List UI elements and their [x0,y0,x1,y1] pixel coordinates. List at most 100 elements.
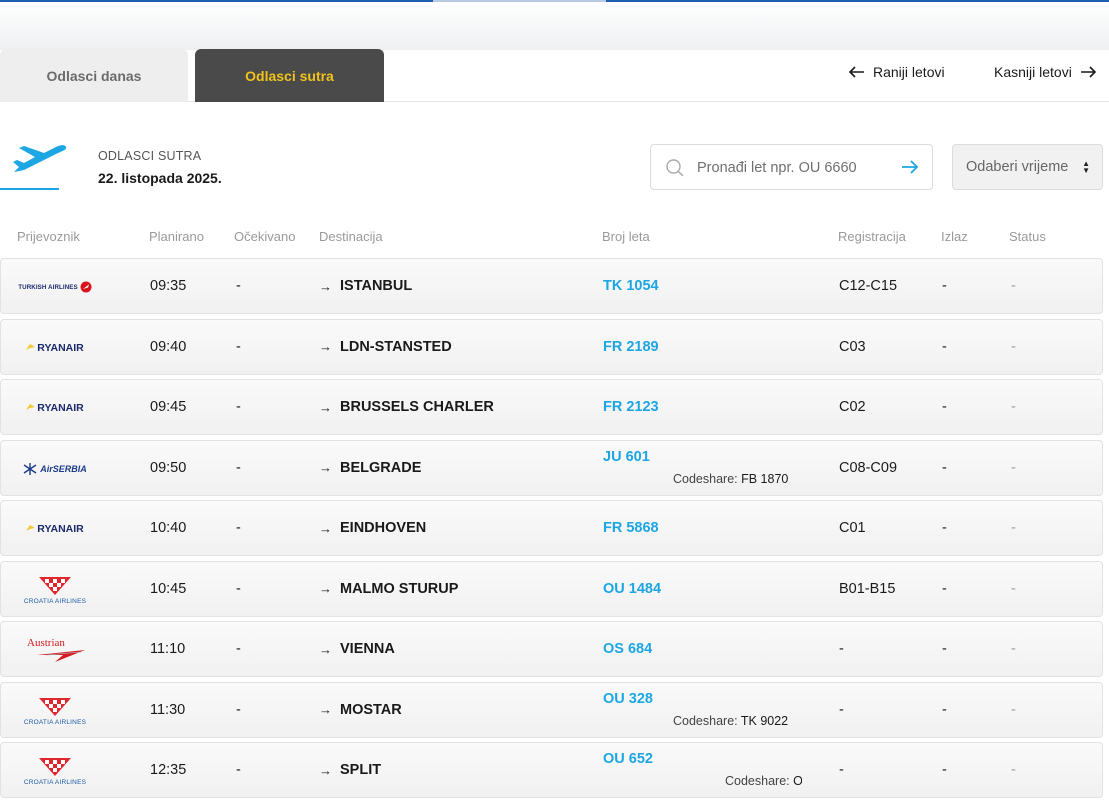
flight-row[interactable]: RYANAIR 09:40 - → LDN-STANSTED FR 2189 C03 - - [0,318,1103,375]
flight-number-link[interactable]: FR 5868 [603,520,659,536]
airline-logo: CROATIA AIRLINES [15,572,95,608]
airline-logo-text: RYANAIR [37,341,84,354]
airline-logo-text: RYANAIR [37,523,84,535]
airline-logo-text: Austrian [27,637,65,649]
codeshare-number: OS [793,774,802,788]
status: - [1011,520,1016,536]
destination-name: LDN-STANSTED [340,338,452,355]
tab-departures-today[interactable]: Odlasci danas [0,49,188,102]
gate: - [942,338,947,355]
gate: - [942,580,947,597]
registration: C01 [839,520,866,536]
col-header-carrier: Prijevoznik [17,229,80,244]
col-header-status: Status [1009,229,1046,244]
time-select[interactable]: Odaberi vrijeme ▲ ▼ [952,144,1103,190]
scheduled-time: 09:35 [150,278,187,294]
flight-row[interactable]: AirSERBIA 09:50 - → BELGRADE JU 601 Codeshare:… [0,439,1103,496]
destination-name: ISTANBUL [340,278,413,294]
destination-name: EINDHOVEN [340,520,427,536]
airline-logo-text: CROATIA AIRLINES [23,597,87,605]
flight-row[interactable]: RYANAIR 10:40 - → EINDHOVEN FR 5868 C01 - - [0,500,1103,556]
expected-time: - [236,520,241,536]
flight-row[interactable]: CROATIA AIRLINES 10:45 - → MALMO STURUP OU 14… [0,560,1103,617]
airline-logo-text: AirSERBIA [40,463,87,474]
scheduled-time: 09:40 [150,338,187,355]
destination: → LDN-STANSTED [319,339,452,355]
header-background [0,2,1109,50]
airline-logo-text: TURKISH AIRLINES [18,283,78,291]
registration: - [839,701,844,718]
later-flights-label: Kasniji letovi [994,64,1072,80]
destination: → MOSTAR [319,702,402,718]
scheduled-time: 09:45 [150,399,187,415]
airline-logo: CROATIA AIRLINES [15,753,95,789]
airline-logo: Austrian [15,632,95,668]
status: - [1011,580,1016,597]
destination: → BRUSSELS CHARLER [319,399,494,415]
flight-search-input[interactable] [697,155,887,181]
flight-number-link[interactable]: FR 2189 [603,339,659,355]
col-header-gate: Izlaz [941,229,968,244]
austrian-airlines-logo: Austrian [23,637,87,663]
flight-number-link[interactable]: FR 2123 [603,399,659,415]
flight-row[interactable]: CROATIA AIRLINES 11:30 - → MOSTAR OU 328 Codes… [0,681,1103,738]
flight-row[interactable]: CROATIA AIRLINES 12:35 - → SPLIT OU 652 Codesh… [0,742,1103,798]
arrow-right-icon: → [319,278,332,294]
earlier-flights-label: Raniji letovi [873,64,945,80]
flight-row[interactable]: TURKISH AIRLINES 09:35 - → ISTANBUL TK 1054 C1… [0,258,1103,314]
destination: → EINDHOVEN [319,520,426,536]
destination-name: BRUSSELS CHARLER [340,399,494,415]
departures-day-label: ODLASCI SUTRA [98,149,202,163]
croatia-airlines-logo: CROATIA AIRLINES [24,756,86,786]
airline-logo-text: CROATIA AIRLINES [23,779,87,786]
plane-underline [0,188,59,190]
earlier-flights-link[interactable]: Raniji letovi [849,64,945,80]
expected-time: - [236,338,241,355]
scheduled-time: 09:50 [150,459,187,476]
gate: - [942,278,947,294]
codeshare-label: Codeshare: [725,774,790,788]
flight-number-link[interactable]: OS 684 [603,641,652,657]
scheduled-time: 11:30 [150,701,186,718]
destination-name: VIENNA [340,641,395,657]
airline-logo: AirSERBIA [15,451,95,487]
gate: - [942,459,947,476]
status: - [1011,278,1016,294]
codeshare-label: Codeshare: [673,471,738,486]
expected-time: - [236,762,241,778]
ryanair-logo: RYANAIR [26,523,84,535]
flight-number-link[interactable]: TK 1054 [603,278,659,294]
registration: C02 [839,399,866,415]
status: - [1011,399,1016,415]
tab-departures-tomorrow[interactable]: Odlasci sutra [195,49,384,102]
flight-number-link[interactable]: JU 601 [603,449,650,465]
arrow-right-icon: → [319,339,332,354]
scheduled-time: 11:10 [150,641,186,657]
flight-row[interactable]: Austrian 11:10 - → VIENNA OS 684 - - - [0,621,1103,677]
croatia-airlines-logo: CROATIA AIRLINES [24,696,86,726]
airline-logo: RYANAIR [15,390,95,426]
arrow-right-icon: → [319,460,332,475]
later-flights-link[interactable]: Kasniji letovi [994,64,1096,80]
flight-row[interactable]: RYANAIR 09:45 - → BRUSSELS CHARLER FR 2123 C02… [0,379,1103,435]
airline-logo: RYANAIR [15,330,95,366]
scheduled-time: 12:35 [150,762,187,778]
destination: → BELGRADE [319,460,421,476]
expected-time: - [236,701,241,718]
expected-time: - [236,278,241,294]
gate: - [942,701,947,718]
registration: C12-C15 [839,278,898,294]
flight-number-link[interactable]: OU 652 [603,751,653,767]
flight-number-link[interactable]: OU 328 [603,691,653,707]
expected-time: - [236,399,241,415]
codeshare-info: Codeshare: TK 9022 [673,714,788,728]
registration: B01-B15 [839,580,896,597]
destination: → SPLIT [319,762,381,778]
arrow-right-icon: → [319,520,332,536]
status: - [1011,338,1016,355]
scheduled-time: 10:40 [150,520,187,536]
search-submit-arrow-icon[interactable] [901,159,919,175]
flight-number-link[interactable]: OU 1484 [603,581,661,597]
search-icon [666,159,684,177]
arrow-right-icon: → [319,399,332,415]
